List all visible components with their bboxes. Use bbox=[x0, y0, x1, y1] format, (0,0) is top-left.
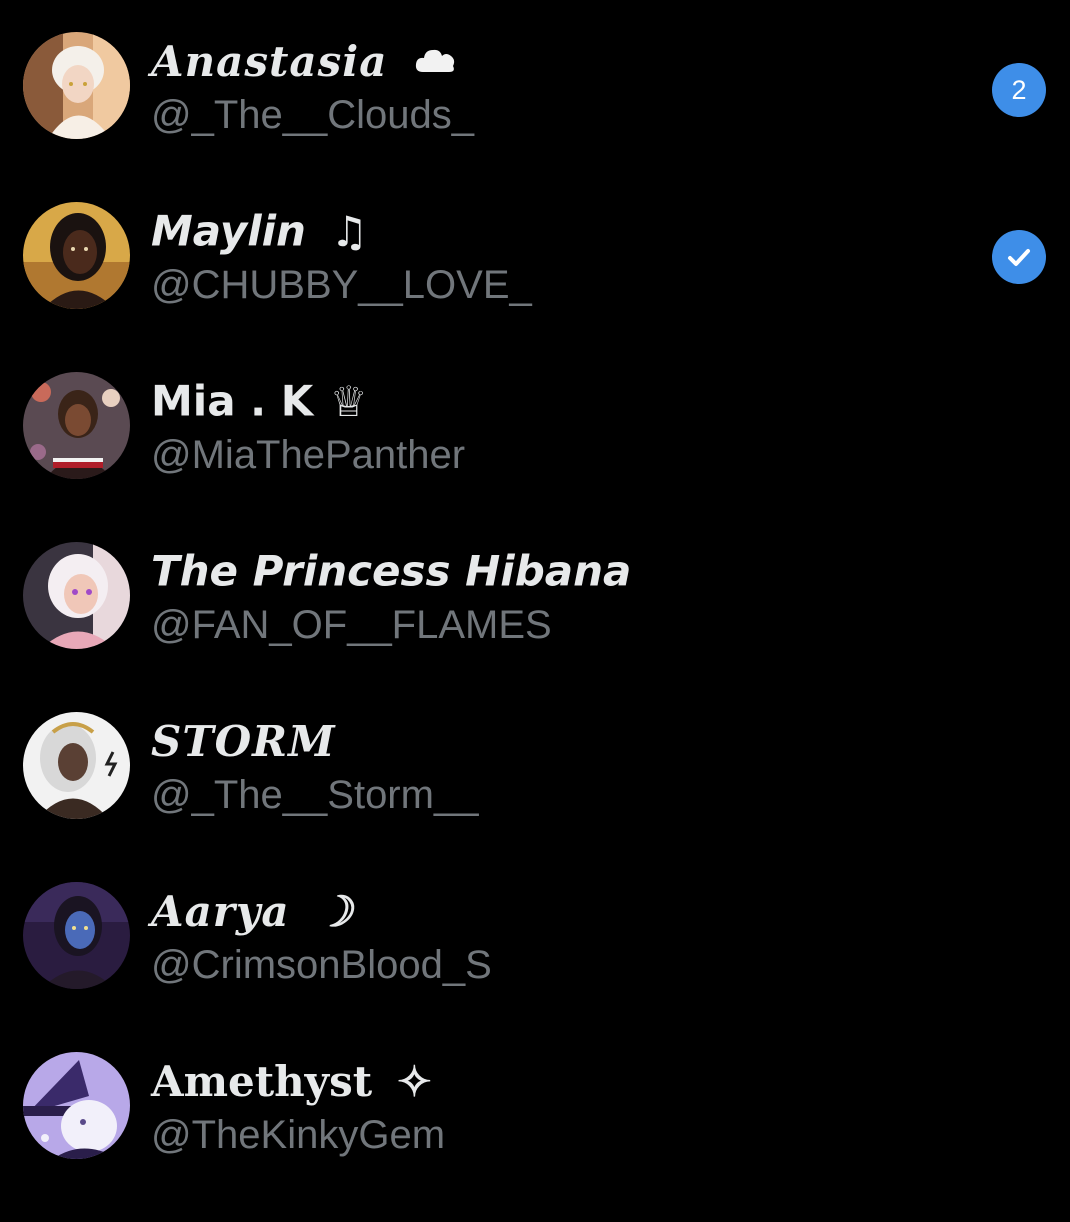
sparkle-icon: ✧ bbox=[396, 1057, 432, 1106]
display-name: Aarya ☽ bbox=[151, 882, 354, 936]
display-name: The Princess Hibana bbox=[151, 546, 632, 596]
account-row-hibana[interactable]: The Princess Hibana @FAN_OF__FLAMES bbox=[0, 542, 1070, 712]
avatar bbox=[23, 202, 130, 309]
display-name: Anastasia bbox=[151, 32, 457, 86]
active-account-check bbox=[992, 230, 1046, 284]
crown-icon: ♕ bbox=[329, 376, 368, 426]
handle: @CHUBBY__LOVE_ bbox=[151, 263, 532, 307]
handle: @FAN_OF__FLAMES bbox=[151, 603, 552, 647]
display-name: Mia . K ♕ bbox=[151, 372, 368, 426]
crescent-moon-icon: ☽ bbox=[315, 887, 354, 936]
unread-count-badge: 2 bbox=[992, 63, 1046, 117]
account-row-mia[interactable]: Mia . K ♕ @MiaThePanther bbox=[0, 372, 1070, 542]
handle: @CrimsonBlood_S bbox=[151, 943, 492, 987]
display-name: STORM bbox=[151, 717, 336, 766]
avatar bbox=[23, 542, 130, 649]
display-name: Maylin ♫ bbox=[151, 202, 368, 256]
handle: @TheKinkyGem bbox=[151, 1113, 446, 1157]
handle: @_The__Storm__ bbox=[151, 773, 479, 817]
account-row-aarya[interactable]: Aarya ☽ @CrimsonBlood_S bbox=[0, 882, 1070, 1052]
cloud-icon bbox=[413, 35, 457, 89]
avatar bbox=[23, 32, 130, 139]
avatar bbox=[23, 882, 130, 989]
account-row-amethyst[interactable]: Amethyst ✧ @TheKinkyGem bbox=[0, 1052, 1070, 1222]
account-switcher-list: Anastasia @_The__Clouds_ 2 Maylin ♫ @CHU… bbox=[0, 0, 1070, 1200]
display-name: Amethyst ✧ bbox=[151, 1052, 432, 1106]
avatar bbox=[23, 1052, 130, 1159]
music-note-icon: ♫ bbox=[330, 206, 369, 256]
avatar bbox=[23, 372, 130, 479]
handle: @MiaThePanther bbox=[151, 433, 466, 477]
account-row-storm[interactable]: STORM @_The__Storm__ bbox=[0, 712, 1070, 882]
avatar bbox=[23, 712, 130, 819]
account-row-anastasia[interactable]: Anastasia @_The__Clouds_ 2 bbox=[0, 32, 1070, 202]
account-row-maylin[interactable]: Maylin ♫ @CHUBBY__LOVE_ bbox=[0, 202, 1070, 372]
checkmark-icon bbox=[1008, 249, 1030, 266]
handle: @_The__Clouds_ bbox=[151, 93, 475, 137]
